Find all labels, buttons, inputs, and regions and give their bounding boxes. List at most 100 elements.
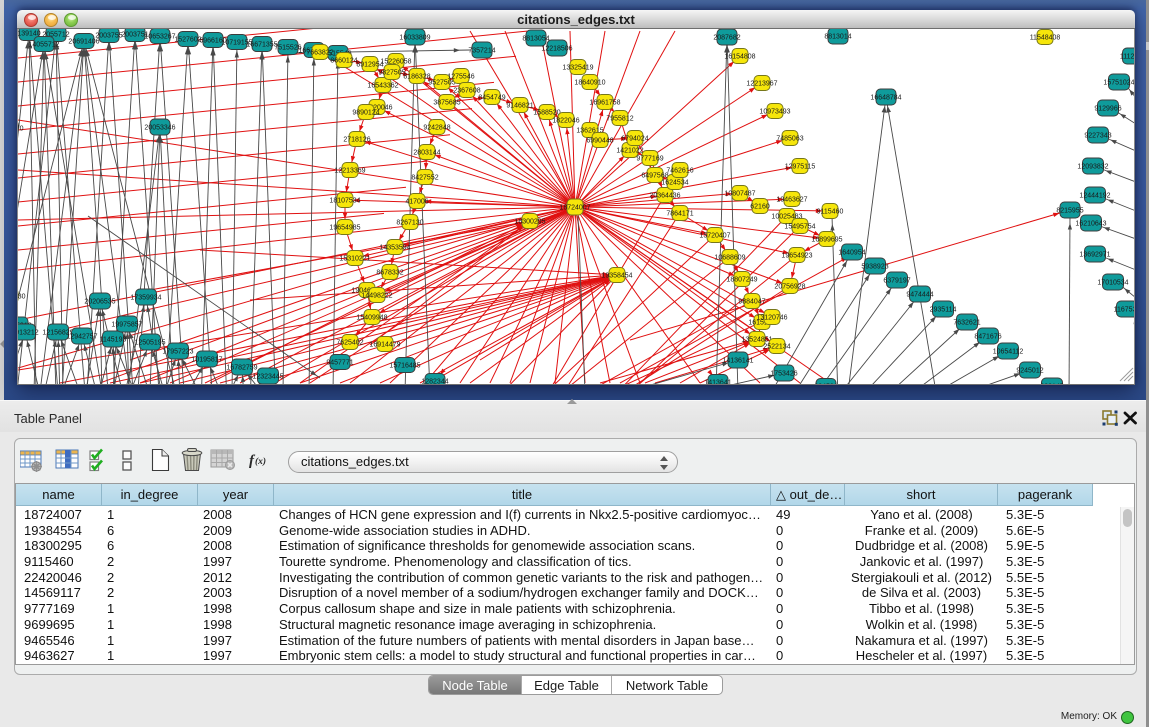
svg-text:15267130: 15267130	[18, 293, 26, 300]
svg-text:9245012: 9245012	[1016, 367, 1043, 374]
svg-text:2935114: 2935114	[930, 306, 957, 313]
svg-text:7632621: 7632621	[953, 319, 980, 326]
svg-text:7462616: 7462616	[666, 167, 693, 174]
svg-text:10654112: 10654112	[993, 348, 1024, 355]
svg-text:1167534: 1167534	[1114, 306, 1134, 313]
svg-text:6990448: 6990448	[586, 137, 613, 144]
svg-text:2522134: 2522134	[763, 343, 790, 350]
svg-text:17010534: 17010534	[1097, 279, 1128, 286]
svg-text:13120746: 13120746	[756, 314, 787, 321]
svg-text:14498222: 14498222	[361, 292, 392, 299]
svg-text:9129966: 9129966	[1094, 105, 1121, 112]
svg-text:9457771: 9457771	[326, 359, 353, 366]
svg-text:11548408: 11548408	[1030, 34, 1061, 41]
svg-text:6497568: 6497568	[641, 172, 668, 179]
svg-text:20206535: 20206535	[84, 298, 115, 305]
svg-text:10195817: 10195817	[191, 356, 222, 363]
svg-text:20165170: 20165170	[18, 125, 24, 132]
svg-text:7357214: 7357214	[468, 47, 495, 54]
svg-text:1588520: 1588520	[533, 109, 560, 116]
svg-text:9827505: 9827505	[378, 69, 405, 76]
svg-text:2003755: 2003755	[95, 32, 122, 39]
svg-text:20364436: 20364436	[649, 192, 680, 199]
svg-text:2718126: 2718126	[343, 136, 370, 143]
svg-text:5938923: 5938923	[861, 263, 888, 270]
svg-text:417006: 417006	[405, 198, 428, 205]
svg-text:12218506: 12218506	[541, 45, 572, 52]
svg-text:7625402: 7625402	[336, 339, 363, 346]
svg-text:19654923: 19654923	[781, 252, 812, 259]
svg-text:(x): (x)	[255, 456, 266, 467]
svg-text:20691406: 20691406	[68, 38, 99, 45]
svg-text:10973493: 10973493	[759, 108, 790, 115]
svg-text:9527505: 9527505	[428, 79, 455, 86]
svg-text:15495754: 15495754	[784, 223, 815, 230]
svg-text:16210643: 16210643	[1075, 220, 1106, 227]
svg-text:7955812: 7955812	[606, 115, 633, 122]
svg-text:12323445: 12323445	[252, 373, 283, 380]
svg-text:3875685: 3875685	[433, 99, 460, 106]
svg-text:13524851: 13524851	[741, 336, 772, 343]
svg-text:12975115: 12975115	[785, 163, 816, 170]
svg-text:12942757: 12942757	[66, 333, 97, 340]
svg-text:6794024: 6794024	[621, 135, 648, 142]
svg-text:9242848: 9242848	[423, 124, 450, 131]
svg-text:15409948: 15409948	[356, 314, 387, 321]
svg-text:16914479: 16914479	[369, 341, 400, 348]
svg-text:14136141: 14136141	[722, 357, 753, 364]
svg-text:1640954: 1640954	[838, 249, 865, 256]
svg-text:1421022: 1421022	[616, 147, 643, 154]
svg-text:12505195: 12505195	[134, 339, 165, 346]
svg-text:9115460: 9115460	[817, 208, 844, 215]
svg-text:10688609: 10688609	[714, 254, 745, 261]
svg-text:8813054: 8813054	[522, 35, 549, 42]
svg-text:18807249: 18807249	[726, 276, 757, 283]
svg-text:2803144: 2803144	[413, 149, 440, 156]
svg-text:19463627: 19463627	[776, 196, 807, 203]
svg-text:9890124: 9890124	[352, 109, 379, 116]
svg-text:8186328: 8186328	[403, 73, 430, 80]
svg-text:13325419: 13325419	[562, 64, 593, 71]
svg-text:9884047: 9884047	[738, 298, 765, 305]
svg-text:9913212: 9913212	[18, 329, 39, 336]
svg-text:8471676: 8471676	[974, 333, 1001, 340]
svg-text:12213967: 12213967	[746, 80, 777, 87]
svg-text:1624534: 1624534	[661, 179, 688, 186]
svg-text:1112733: 1112733	[1120, 53, 1134, 60]
svg-text:16782759: 16782759	[226, 364, 257, 371]
svg-text:2367608: 2367608	[453, 87, 480, 94]
svg-text:8215955: 8215955	[1056, 207, 1083, 214]
svg-text:18640910: 18640910	[574, 79, 605, 86]
svg-text:12444192: 12444192	[1079, 192, 1110, 199]
svg-text:14055712: 14055712	[28, 41, 59, 48]
svg-text:1753426: 1753426	[770, 370, 797, 377]
svg-text:1145193: 1145193	[100, 336, 127, 343]
svg-text:14353594: 14353594	[379, 244, 410, 251]
svg-text:16899695: 16899695	[811, 236, 842, 243]
svg-text:1275546: 1275546	[447, 73, 474, 80]
svg-text:15751024: 15751024	[1103, 79, 1134, 86]
svg-text:9227343: 9227343	[1084, 132, 1111, 139]
svg-text:1822046: 1822046	[552, 117, 579, 124]
svg-text:8660124: 8660124	[330, 57, 357, 64]
svg-text:16671355: 16671355	[246, 41, 277, 48]
svg-text:19654985: 19654985	[329, 224, 360, 231]
svg-text:16033809: 16033809	[399, 34, 430, 41]
svg-text:16648784: 16648784	[870, 94, 901, 101]
svg-text:7663822: 7663822	[306, 49, 333, 56]
svg-text:9146821: 9146821	[506, 102, 533, 109]
svg-text:2087682: 2087682	[713, 34, 740, 41]
svg-text:8267130: 8267130	[396, 219, 423, 226]
svg-text:12213369: 12213369	[334, 167, 365, 174]
svg-text:15310221: 15310221	[339, 255, 370, 262]
svg-text:20053346: 20053346	[144, 124, 175, 131]
svg-text:10807487: 10807487	[724, 190, 755, 197]
svg-text:9777169: 9777169	[636, 155, 663, 162]
svg-text:17957223: 17957223	[162, 348, 193, 355]
svg-text:62160: 62160	[750, 203, 770, 210]
svg-text:17359934: 17359934	[130, 294, 161, 301]
svg-text:1282344: 1282344	[421, 378, 448, 384]
svg-text:13692971: 13692971	[1079, 251, 1110, 258]
svg-text:18107534: 18107534	[329, 197, 360, 204]
svg-text:9474444: 9474444	[906, 291, 933, 298]
